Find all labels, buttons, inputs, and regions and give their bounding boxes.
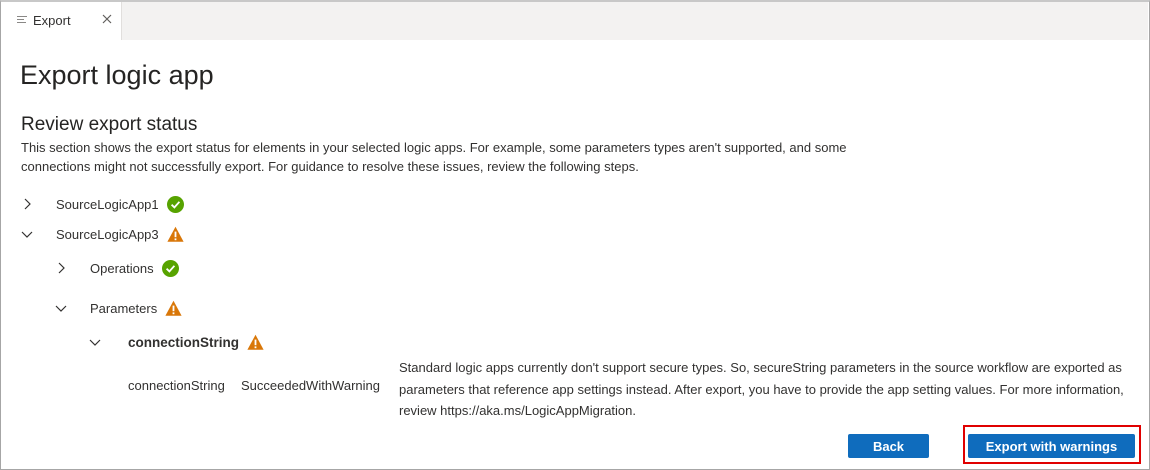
chevron-right-icon[interactable] xyxy=(54,261,68,275)
warning-icon xyxy=(165,300,182,316)
tree-item-label: SourceLogicApp1 xyxy=(56,196,159,212)
chevron-down-icon[interactable] xyxy=(54,301,68,315)
chevron-down-icon[interactable] xyxy=(88,335,102,349)
tree-item-connectionstring[interactable]: connectionString xyxy=(88,330,264,354)
section-description: This section shows the export status for… xyxy=(21,140,847,174)
tree-item-parameters[interactable]: Parameters xyxy=(54,296,182,320)
tab-label: Export xyxy=(33,13,71,28)
tab-export[interactable]: Export xyxy=(1,2,122,40)
chevron-down-icon[interactable] xyxy=(20,227,34,241)
detail-status: SucceededWithWarning xyxy=(241,378,380,393)
success-check-icon xyxy=(161,259,179,277)
detail-name: connectionString xyxy=(128,378,225,393)
close-icon[interactable] xyxy=(100,12,114,26)
tree-item-label: Operations xyxy=(90,260,154,276)
success-check-icon xyxy=(166,195,184,213)
highlight-box xyxy=(963,425,1141,464)
warning-icon xyxy=(247,334,264,350)
chevron-right-icon[interactable] xyxy=(20,197,34,211)
tree-item-operations[interactable]: Operations xyxy=(54,256,179,280)
tree-item-sourcelogicapp1[interactable]: SourceLogicApp1 xyxy=(20,192,184,216)
detail-message: Standard logic apps currently don't supp… xyxy=(399,360,1124,418)
page-title: Export logic app xyxy=(20,60,214,90)
tab-strip: Export xyxy=(1,2,1148,40)
tree-item-label: Parameters xyxy=(90,300,158,316)
document-icon xyxy=(17,16,27,26)
tree-item-label: SourceLogicApp3 xyxy=(56,226,159,242)
back-button[interactable]: Back xyxy=(848,434,929,458)
tree-item-label: connectionString xyxy=(128,334,239,350)
tree-item-sourcelogicapp3[interactable]: SourceLogicApp3 xyxy=(20,222,184,246)
section-title: Review export status xyxy=(21,114,198,135)
warning-icon xyxy=(167,226,184,242)
